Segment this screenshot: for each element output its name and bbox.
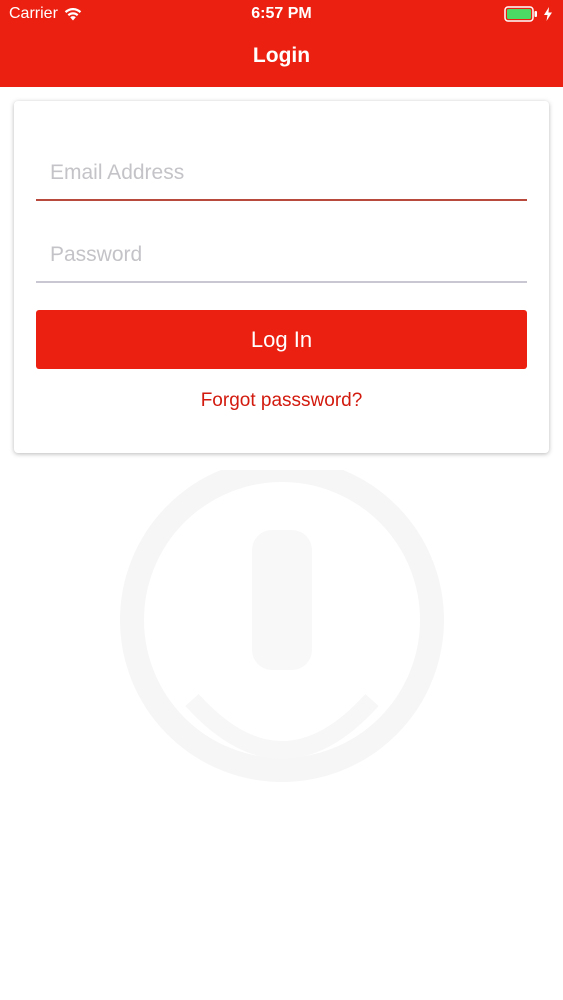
watermark-logo-icon — [120, 470, 444, 782]
charging-bolt-icon — [544, 7, 552, 21]
status-bar: Carrier 6:57 PM — [0, 0, 563, 30]
page-title: Login — [252, 44, 311, 67]
battery-icon — [504, 6, 537, 22]
battery-indicator — [504, 6, 553, 22]
password-field-container — [36, 229, 527, 283]
login-screen: Carrier 6:57 PM Login Email Address Log … — [0, 0, 563, 1000]
header: Carrier 6:57 PM Login — [0, 0, 563, 87]
login-button[interactable]: Log In — [36, 310, 527, 369]
email-field[interactable] — [36, 147, 527, 199]
login-card: Log In Forgot passsword? — [14, 101, 549, 453]
email-field-container — [36, 147, 527, 201]
status-time: 6:57 PM — [251, 5, 312, 22]
forgot-password-link[interactable]: Forgot passsword? — [14, 390, 549, 412]
password-field[interactable] — [36, 229, 527, 281]
